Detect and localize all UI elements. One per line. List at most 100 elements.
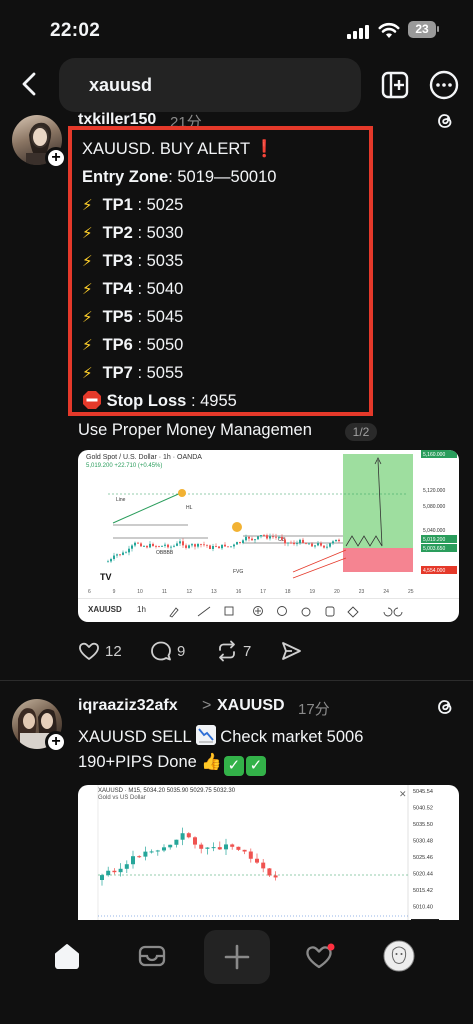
price-axis-label: 5030.48 — [413, 839, 433, 845]
candle-body — [215, 545, 217, 547]
trading-chart-image[interactable]: Gold Spot / U.S. Dollar · 1h · OANDA 5,0… — [78, 450, 459, 622]
tradingview-logo: TV — [100, 572, 112, 582]
candle-body — [128, 548, 130, 553]
candle-body — [338, 539, 340, 542]
candle-body — [269, 536, 271, 539]
new-post-icon[interactable] — [381, 71, 409, 99]
candle-body — [284, 539, 286, 544]
stop-loss-label: Stop Loss — [106, 392, 187, 410]
candle-body — [233, 544, 235, 547]
date-axis-label: 19 — [310, 589, 316, 595]
post-caption: Use Proper Money Managemen — [78, 421, 312, 439]
repost-count: 7 — [243, 642, 252, 660]
candle-body — [143, 546, 145, 547]
annotation-label: HL — [186, 505, 193, 511]
tab-create[interactable] — [204, 930, 270, 984]
candle-body — [167, 544, 169, 548]
tab-profile[interactable] — [377, 934, 421, 978]
tp-label: TP4 — [102, 280, 133, 298]
candle-body — [308, 543, 310, 545]
candle-body — [149, 851, 154, 853]
date-axis-label: 9 — [113, 589, 116, 595]
candle-body — [193, 837, 197, 845]
candle-body — [314, 545, 316, 547]
like-button[interactable]: 12 — [78, 638, 122, 664]
annotation-label: OBBBB — [156, 550, 174, 556]
candle-body — [293, 542, 295, 545]
date-axis-label: 17 — [260, 589, 266, 595]
candle-body — [186, 833, 191, 838]
tp-label: TP5 — [102, 308, 133, 326]
tp-value: : 5050 — [137, 336, 184, 354]
search-header: xauusd — [0, 58, 473, 112]
tp-label: TP2 — [102, 224, 133, 242]
search-query: xauusd — [89, 75, 153, 95]
follow-plus-button[interactable]: + — [45, 147, 67, 169]
candle-body — [168, 844, 173, 848]
candle-body — [124, 864, 129, 869]
tab-messages[interactable] — [130, 934, 174, 978]
more-options-icon[interactable] — [429, 70, 459, 100]
candle-body — [173, 545, 175, 547]
alert-title-line: XAUUSD. BUY ALERT ❗ — [82, 140, 275, 159]
mail-icon — [138, 945, 166, 967]
tp-value: : 5055 — [137, 364, 184, 382]
candle-body — [332, 541, 334, 544]
candle-body — [257, 536, 259, 540]
candle-body — [230, 546, 232, 548]
stop-loss-line: Stop Loss : 4955 — [82, 390, 237, 411]
candle-body — [278, 536, 280, 538]
chevron-right-icon: > — [202, 697, 212, 714]
trading-chart-image[interactable]: XAUUSD · M15, 5034.20 5035.90 5029.75 50… — [78, 785, 459, 935]
repost-button[interactable]: 7 — [216, 638, 251, 664]
candle-body — [118, 868, 123, 873]
post-text-line: XAUUSD SELL Check market 5006 — [78, 725, 363, 747]
candle-body — [211, 847, 216, 849]
tp-label: TP7 — [102, 364, 133, 382]
exclamation-icon: ❗ — [254, 140, 275, 158]
candle-body — [209, 545, 211, 550]
battery-cap — [437, 26, 439, 32]
candle-body — [275, 536, 277, 538]
candle-body — [185, 545, 187, 548]
price-axis-label: 5,120.000 — [423, 488, 445, 494]
follow-plus-button[interactable]: + — [45, 731, 67, 753]
candle-body — [188, 545, 190, 548]
date-axis-label: 13 — [211, 589, 217, 595]
entry-zone-label: Entry Zone — [82, 168, 169, 186]
date-axis-label: 11 — [162, 589, 167, 595]
heart-icon — [306, 943, 335, 969]
candle-body — [203, 544, 205, 546]
battery-indicator: 23 — [408, 21, 436, 38]
topic-tag[interactable]: XAUUSD — [217, 697, 285, 715]
candle-body — [261, 862, 266, 869]
candle-body — [191, 544, 193, 546]
back-arrow-icon[interactable] — [14, 68, 46, 100]
candle-body — [335, 539, 337, 542]
share-button[interactable] — [280, 638, 302, 664]
candle-body — [162, 847, 166, 851]
candle-body — [137, 542, 139, 544]
tp-line: ⚡ TP4 : 5040 — [82, 280, 183, 299]
candle-body — [255, 858, 259, 863]
price-axis-label: 5,160.000 — [423, 452, 445, 458]
comment-button[interactable]: 9 — [150, 638, 185, 664]
candle-body — [170, 546, 172, 548]
candle-body — [296, 543, 298, 545]
search-input[interactable]: xauusd — [59, 58, 361, 112]
date-axis-label: 25 — [408, 589, 414, 595]
candle-body — [119, 554, 121, 556]
candle-body — [323, 545, 325, 548]
chart-toolbar: XAUUSD 1h — [78, 598, 459, 622]
candle-body — [155, 850, 160, 852]
candle-body — [100, 875, 104, 880]
post-divider — [0, 680, 473, 681]
post-username[interactable]: iqraaziz32afx — [78, 697, 178, 715]
threads-logo-icon — [438, 114, 452, 128]
tp-line: ⚡ TP1 : 5025 — [82, 196, 183, 215]
thumbs-up-icon: 👍 — [201, 753, 222, 771]
tab-home[interactable] — [45, 934, 89, 978]
lightning-icon: ⚡ — [82, 253, 93, 270]
candle-body — [317, 543, 319, 546]
tab-activity[interactable] — [298, 934, 342, 978]
